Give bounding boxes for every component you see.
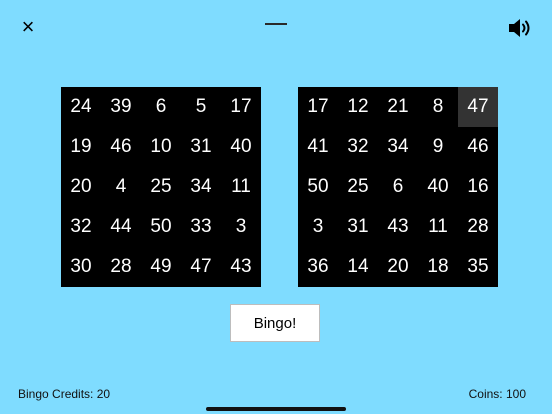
bingo-cell[interactable]: 32: [338, 127, 378, 167]
bingo-cell[interactable]: 33: [181, 207, 221, 247]
bingo-cell[interactable]: 3: [221, 207, 261, 247]
coins-label: Coins: 100: [468, 387, 526, 401]
bingo-cell[interactable]: 18: [418, 247, 458, 287]
bingo-cell[interactable]: 20: [378, 247, 418, 287]
bingo-cell[interactable]: 46: [458, 127, 498, 167]
bingo-cell[interactable]: 17: [298, 87, 338, 127]
bingo-cell[interactable]: 25: [338, 167, 378, 207]
bingo-cell[interactable]: 39: [101, 87, 141, 127]
bingo-cell[interactable]: 35: [458, 247, 498, 287]
bingo-cell[interactable]: 46: [101, 127, 141, 167]
bingo-cell[interactable]: 8: [418, 87, 458, 127]
bingo-cell[interactable]: 43: [221, 247, 261, 287]
bingo-cell[interactable]: 5: [181, 87, 221, 127]
bingo-cell[interactable]: 49: [141, 247, 181, 287]
bingo-button[interactable]: Bingo!: [230, 304, 320, 342]
bingo-cell[interactable]: 41: [298, 127, 338, 167]
bingo-cell[interactable]: 25: [141, 167, 181, 207]
bingo-cell[interactable]: 19: [61, 127, 101, 167]
bingo-cell[interactable]: 17: [221, 87, 261, 127]
bingo-cell[interactable]: 10: [141, 127, 181, 167]
bingo-cell[interactable]: 28: [458, 207, 498, 247]
bingo-board-left: 24 39 6 5 17 19 46 10 31 40 20 4 25 34 11 32 44 50 33 3 30 28…: [61, 87, 261, 287]
bingo-cell[interactable]: 50: [141, 207, 181, 247]
bingo-cell[interactable]: 32: [61, 207, 101, 247]
bingo-cell[interactable]: 21: [378, 87, 418, 127]
bingo-cell[interactable]: 36: [298, 247, 338, 287]
bingo-cell[interactable]: 28: [101, 247, 141, 287]
bingo-cell[interactable]: 50: [298, 167, 338, 207]
bingo-cell[interactable]: 16: [458, 167, 498, 207]
bingo-cell[interactable]: 43: [378, 207, 418, 247]
speaker-icon[interactable]: [506, 16, 536, 40]
bingo-cell[interactable]: 44: [101, 207, 141, 247]
bingo-cell[interactable]: 31: [181, 127, 221, 167]
bingo-credits-label: Bingo Credits: 20: [18, 387, 111, 401]
bingo-cell[interactable]: 20: [61, 167, 101, 207]
bingo-cell[interactable]: 14: [338, 247, 378, 287]
home-indicator: [206, 407, 346, 411]
bingo-cell[interactable]: 4: [101, 167, 141, 207]
close-icon[interactable]: ×: [18, 16, 38, 38]
bingo-cell[interactable]: 34: [378, 127, 418, 167]
bingo-cell[interactable]: 30: [61, 247, 101, 287]
bingo-cell[interactable]: 6: [141, 87, 181, 127]
bingo-cell[interactable]: 47: [458, 87, 498, 127]
bingo-cell[interactable]: 3: [298, 207, 338, 247]
top-drag-handle: [265, 23, 287, 25]
bingo-cell[interactable]: 6: [378, 167, 418, 207]
bingo-cell[interactable]: 12: [338, 87, 378, 127]
bingo-cell[interactable]: 9: [418, 127, 458, 167]
bingo-cell[interactable]: 24: [61, 87, 101, 127]
bingo-cell[interactable]: 40: [221, 127, 261, 167]
bingo-cell[interactable]: 11: [418, 207, 458, 247]
bingo-cell[interactable]: 34: [181, 167, 221, 207]
bingo-board-right: 17 12 21 8 47 41 32 34 9 46 50 25 6 40 16 3 31 43 11 28 36 14…: [298, 87, 498, 287]
bingo-cell[interactable]: 11: [221, 167, 261, 207]
bingo-cell[interactable]: 31: [338, 207, 378, 247]
bingo-cell[interactable]: 40: [418, 167, 458, 207]
bingo-cell[interactable]: 47: [181, 247, 221, 287]
